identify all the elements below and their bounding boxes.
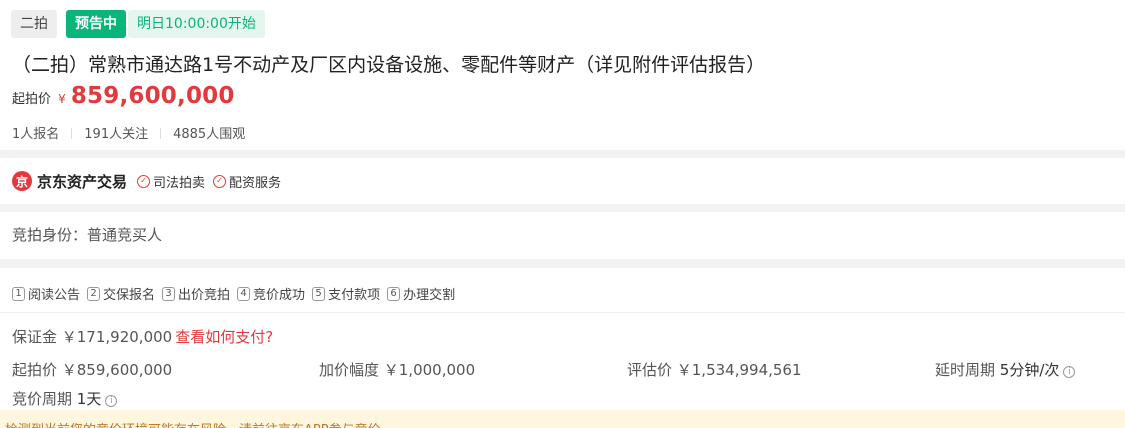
step-label: 交保报名 [103,288,156,303]
step-label: 出价竞拍 [178,288,231,303]
deposit-row: 保证金 ￥171,920,000 查看如何支付? [12,326,273,347]
start-price-info: 起拍价 ￥859,600,000 [12,361,173,379]
step-number: 4 [237,286,251,301]
delay-value: 5分钟/次 [999,361,1060,379]
page-title: （二拍）常熟市通达路1号不动产及厂区内设备设施、零配件等财产（详见附件评估报告） [12,54,766,76]
step-label: 阅读公告 [28,288,81,303]
info-icon[interactable]: i [1063,366,1076,378]
auction-stats: 1人报名 191人关注 4885人围观 [12,123,245,142]
start-price-row: 起拍价 ¥ 859,600,000 [12,83,235,109]
bidding-period-info: 竞价周期 1天 i [12,388,118,409]
check-icon: ✓ [213,174,227,188]
round-tag: 二拍 [11,10,57,38]
auction-header: 二拍 预告中 明日10:00:00开始 （二拍）常熟市通达路1号不动产及厂区内设… [0,0,1125,150]
step-label: 支付款项 [328,288,381,303]
check-icon: ✓ [137,174,151,188]
step-item: 2 交保报名 [87,284,155,303]
delay-label: 延时周期 [935,361,996,379]
deposit-amount: 保证金 ￥171,920,000 [12,328,173,346]
divider [71,128,73,139]
section-gap [0,204,1125,212]
process-steps: 1 阅读公告 2 交保报名 3 出价竞拍 4 竞价成功 5 支付款项 6 办理交割 [12,284,462,303]
appraisal-info: 评估价 ￥1,534,994,561 [627,361,802,379]
delay-period-info: 延时周期 5分钟/次 i [935,359,1076,380]
period-value: 1天 [76,390,102,408]
currency-symbol: ¥ [58,92,66,106]
jd-logo-icon: 京 [12,171,32,191]
step-number: 5 [312,286,326,301]
start-price: 859,600,000 [70,83,235,109]
platform-brand: 京东资产交易 [37,172,128,191]
step-item: 6 办理交割 [387,284,455,303]
price-label: 起拍价 [12,92,52,107]
risk-warning-banner: 检测到当前您的竞价环境可能存在风险，请前往京东APP参与竞价 [0,410,1125,428]
step-item: 3 出价竞拍 [162,284,230,303]
start-time-badge: 明日10:00:00开始 [128,10,265,38]
step-item: 4 竞价成功 [237,284,305,303]
step-number: 6 [387,286,401,301]
step-number: 2 [87,286,101,301]
bidder-identity: 竞拍身份：普通竞买人 [12,226,163,244]
step-number: 1 [12,286,25,301]
increment-info: 加价幅度 ￥1,000,000 [319,361,476,379]
divider [160,128,162,139]
view-count: 4885人围观 [173,127,246,142]
step-label: 竞价成功 [253,288,306,303]
info-icon[interactable]: i [105,395,118,407]
step-item: 5 支付款项 [312,284,380,303]
section-gap [0,259,1125,268]
status-badge: 预告中 [66,10,126,38]
step-label: 办理交割 [403,288,456,303]
period-label: 竞价周期 [12,390,73,408]
service-financing: 配资服务 [229,175,282,191]
section-gap [0,150,1125,158]
how-to-pay-link[interactable]: 查看如何支付? [175,328,273,346]
signup-count: 1人报名 [12,127,60,142]
divider [0,312,1125,313]
step-item: 1 阅读公告 [12,284,80,303]
platform-bar[interactable]: 京 京东资产交易 ✓ 司法拍卖 ✓ 配资服务 [0,158,1125,204]
follow-count: 191人关注 [84,127,149,142]
service-judicial: 司法拍卖 [153,175,206,191]
step-number: 3 [162,286,176,301]
risk-warning-text: 检测到当前您的竞价环境可能存在风险，请前往京东APP参与竞价 [5,419,381,428]
